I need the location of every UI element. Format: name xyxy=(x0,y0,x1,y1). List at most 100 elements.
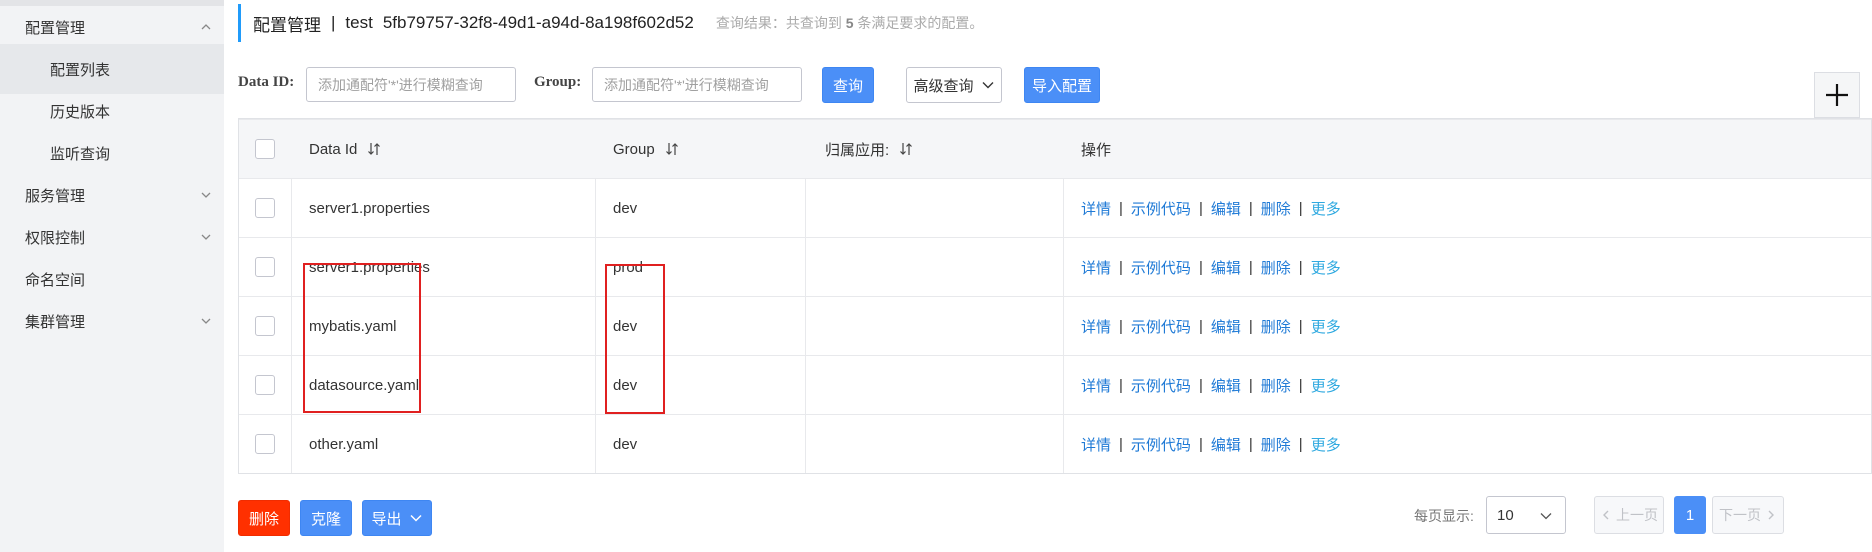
data-id-input[interactable] xyxy=(306,67,516,102)
header-app[interactable]: 归属应用: xyxy=(825,120,914,178)
op-separator: | xyxy=(1198,199,1203,217)
advanced-query-button[interactable]: 高级查询 xyxy=(906,67,1002,103)
cell-group: dev xyxy=(613,376,638,394)
sidebar-item-label: 配置管理 xyxy=(25,19,86,37)
cell-data-id: server1.properties xyxy=(309,258,430,276)
export-button[interactable]: 导出 xyxy=(362,500,432,536)
next-page-label: 下一页 xyxy=(1719,507,1761,523)
detail-link[interactable]: 详情 xyxy=(1081,257,1111,278)
header-data-id[interactable]: Data Id xyxy=(309,120,382,178)
next-page-button[interactable]: 下一页 xyxy=(1712,496,1784,534)
row-checkbox[interactable] xyxy=(255,257,275,277)
cell-data-id: server1.properties xyxy=(309,199,430,217)
cell-group: dev xyxy=(613,435,638,453)
detail-link[interactable]: 详情 xyxy=(1081,316,1111,337)
sort-icon[interactable] xyxy=(898,141,914,157)
chevron-down-icon xyxy=(201,234,211,240)
delete-link[interactable]: 删除 xyxy=(1261,257,1291,278)
sample-code-link[interactable]: 示例代码 xyxy=(1131,375,1191,396)
sidebar: 配置管理 配置列表 历史版本 监听查询 服务管理 权限控制 命名空间 集群管理 xyxy=(0,0,224,552)
more-link[interactable]: 更多 xyxy=(1311,316,1341,337)
cell-ops: 详情 | 示例代码 | 编辑 | 删除 | 更多 xyxy=(1081,415,1341,473)
op-separator: | xyxy=(1119,199,1123,217)
op-separator: | xyxy=(1248,317,1253,335)
sample-code-link[interactable]: 示例代码 xyxy=(1131,198,1191,219)
import-config-button[interactable]: 导入配置 xyxy=(1024,67,1100,103)
page-size-label: 每页显示: xyxy=(1414,508,1474,524)
select-all-checkbox[interactable] xyxy=(255,139,275,159)
sort-icon[interactable] xyxy=(664,141,680,157)
cell-ops: 详情 | 示例代码 | 编辑 | 删除 | 更多 xyxy=(1081,356,1341,414)
delete-link[interactable]: 删除 xyxy=(1261,198,1291,219)
sidebar-item-label: 配置列表 xyxy=(50,61,111,79)
cell-group: prod xyxy=(613,258,644,276)
group-label: Group: xyxy=(534,74,582,90)
row-checkbox[interactable] xyxy=(255,198,275,218)
delete-link[interactable]: 删除 xyxy=(1261,316,1291,337)
delete-link[interactable]: 删除 xyxy=(1261,434,1291,455)
sidebar-item-label: 服务管理 xyxy=(25,187,86,205)
detail-link[interactable]: 详情 xyxy=(1081,375,1111,396)
batch-delete-button[interactable]: 删除 xyxy=(238,500,290,536)
op-separator: | xyxy=(1298,435,1303,453)
add-config-button[interactable] xyxy=(1814,72,1860,118)
edit-link[interactable]: 编辑 xyxy=(1211,257,1241,278)
prev-page-button[interactable]: 上一页 xyxy=(1594,496,1664,534)
edit-link[interactable]: 编辑 xyxy=(1211,434,1241,455)
cell-group: dev xyxy=(613,199,638,217)
op-separator: | xyxy=(1119,317,1123,335)
chevron-right-icon xyxy=(1768,510,1774,520)
table-header-row: Data Id Group 归属应用: 操作 xyxy=(239,119,1871,178)
namespace-name: test xyxy=(345,13,373,32)
header-group[interactable]: Group xyxy=(613,120,680,178)
query-button[interactable]: 查询 xyxy=(822,67,874,103)
header-ops: 操作 xyxy=(1081,120,1111,178)
chevron-left-icon xyxy=(1603,510,1609,520)
op-separator: | xyxy=(1298,317,1303,335)
more-link[interactable]: 更多 xyxy=(1311,198,1341,219)
op-separator: | xyxy=(1198,435,1203,453)
more-link[interactable]: 更多 xyxy=(1311,257,1341,278)
more-link[interactable]: 更多 xyxy=(1311,375,1341,396)
op-separator: | xyxy=(1248,435,1253,453)
edit-link[interactable]: 编辑 xyxy=(1211,375,1241,396)
cell-data-id: other.yaml xyxy=(309,435,379,453)
page-title: 配置管理 xyxy=(253,15,321,35)
sort-icon[interactable] xyxy=(366,141,382,157)
detail-link[interactable]: 详情 xyxy=(1081,198,1111,219)
delete-link[interactable]: 删除 xyxy=(1261,375,1291,396)
detail-link[interactable]: 详情 xyxy=(1081,434,1111,455)
page-size-select[interactable]: 10 xyxy=(1486,496,1566,534)
op-separator: | xyxy=(1198,376,1203,394)
row-checkbox[interactable] xyxy=(255,434,275,454)
table-row: other.yaml dev 详情 | 示例代码 | 编辑 | 删除 | 更多 xyxy=(239,414,1871,473)
row-checkbox[interactable] xyxy=(255,375,275,395)
sample-code-link[interactable]: 示例代码 xyxy=(1131,434,1191,455)
advanced-query-label: 高级查询 xyxy=(913,77,974,95)
header-data-id-label: Data Id xyxy=(309,140,358,158)
edit-link[interactable]: 编辑 xyxy=(1211,198,1241,219)
header-group-label: Group xyxy=(613,140,655,158)
edit-link[interactable]: 编辑 xyxy=(1211,316,1241,337)
sample-code-link[interactable]: 示例代码 xyxy=(1131,316,1191,337)
group-input[interactable] xyxy=(592,67,802,102)
chevron-down-icon xyxy=(201,192,211,198)
plus-icon xyxy=(1826,84,1848,106)
sample-code-link[interactable]: 示例代码 xyxy=(1131,257,1191,278)
more-link[interactable]: 更多 xyxy=(1311,434,1341,455)
cell-ops: 详情 | 示例代码 | 编辑 | 删除 | 更多 xyxy=(1081,179,1341,237)
chevron-down-icon xyxy=(201,318,211,324)
sidebar-item-label: 命名空间 xyxy=(25,271,86,289)
cell-group: dev xyxy=(613,317,638,335)
clone-button[interactable]: 克隆 xyxy=(300,500,352,536)
table-row: server1.properties prod 详情 | 示例代码 | 编辑 | 删除 | 更多 xyxy=(239,237,1871,296)
sidebar-item-label: 集群管理 xyxy=(25,313,86,331)
row-checkbox[interactable] xyxy=(255,316,275,336)
page-button-current[interactable]: 1 xyxy=(1674,496,1706,534)
query-result-text: 查询结果：共查询到 5 条满足要求的配置。 xyxy=(716,13,984,33)
sidebar-item-cluster-management[interactable]: 集群管理 xyxy=(0,296,224,346)
row-checkbox-cell xyxy=(255,179,275,237)
table-row: server1.properties dev 详情 | 示例代码 | 编辑 | 删除 | 更多 xyxy=(239,178,1871,237)
op-separator: | xyxy=(1298,258,1303,276)
query-button-label: 查询 xyxy=(832,77,863,95)
